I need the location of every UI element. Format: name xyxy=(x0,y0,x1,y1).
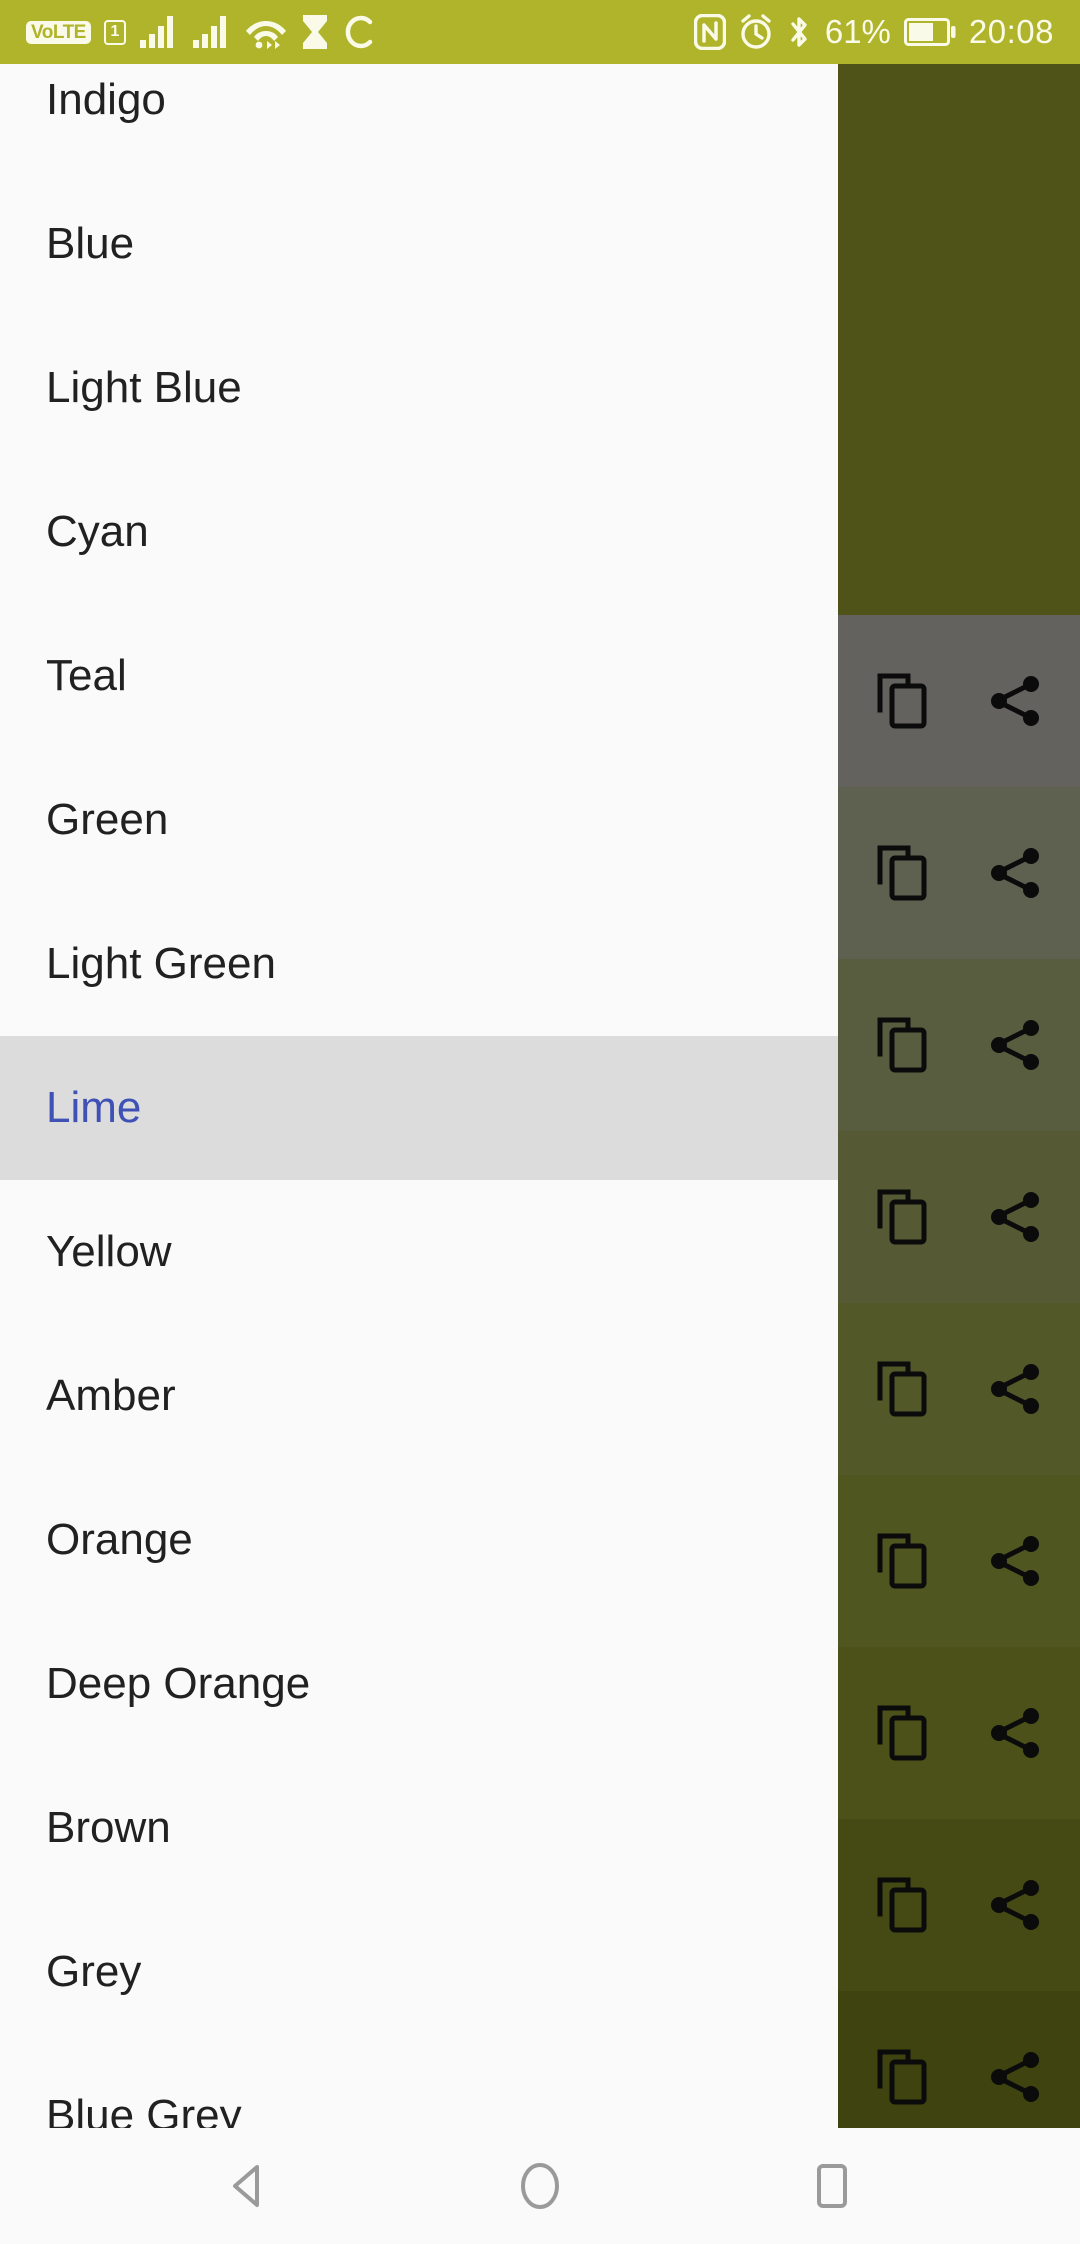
back-button[interactable] xyxy=(200,2138,296,2234)
shade-row[interactable] xyxy=(838,1647,1080,1819)
share-icon[interactable] xyxy=(985,1358,1047,1420)
share-icon[interactable] xyxy=(985,1530,1047,1592)
share-icon[interactable] xyxy=(985,1874,1047,1936)
shade-row[interactable] xyxy=(838,1991,1080,2128)
share-icon[interactable] xyxy=(985,2046,1047,2108)
copy-icon[interactable] xyxy=(872,670,934,732)
shade-row-actions xyxy=(838,842,1080,904)
shade-row-actions xyxy=(838,670,1080,732)
signal-bars-1-icon xyxy=(139,15,179,49)
status-bar-clock: 20:08 xyxy=(968,13,1054,50)
shade-row[interactable] xyxy=(838,1303,1080,1475)
list-item[interactable]: Green xyxy=(0,748,838,892)
list-item[interactable]: Yellow xyxy=(0,1180,838,1324)
share-icon[interactable] xyxy=(985,842,1047,904)
list-item-label: Blue Grey xyxy=(46,2091,242,2128)
hourglass-icon xyxy=(300,14,330,50)
shade-row[interactable] xyxy=(838,959,1080,1131)
sim1-icon: 1 xyxy=(103,19,126,45)
list-item-label: Yellow xyxy=(46,1227,172,1276)
list-item[interactable]: Blue xyxy=(0,172,838,316)
list-item-label: Lime xyxy=(46,1083,142,1132)
list-item[interactable]: Amber xyxy=(0,1324,838,1468)
copy-icon[interactable] xyxy=(872,1702,934,1764)
shade-row-actions xyxy=(838,1014,1080,1076)
shade-row[interactable] xyxy=(838,787,1080,959)
list-item[interactable]: Brown xyxy=(0,1756,838,1900)
color-list[interactable]: Indigo Blue Light Blue Cyan Teal Green Light G… xyxy=(0,64,838,2128)
wifi-icon xyxy=(245,15,287,49)
list-item[interactable]: Lime xyxy=(0,1036,838,1180)
copy-icon[interactable] xyxy=(872,842,934,904)
list-item-label: Indigo xyxy=(46,75,166,124)
shade-row-actions xyxy=(838,1186,1080,1248)
list-item-label: Amber xyxy=(46,1371,176,1420)
shade-row[interactable] xyxy=(838,1819,1080,1991)
copy-icon[interactable] xyxy=(872,1530,934,1592)
share-icon[interactable] xyxy=(985,670,1047,732)
bluetooth-icon xyxy=(786,14,812,50)
color-shade-panel xyxy=(838,64,1080,2128)
list-item-label: Green xyxy=(46,795,169,844)
share-icon[interactable] xyxy=(985,1186,1047,1248)
list-item-label: Light Green xyxy=(46,939,276,988)
battery-percent-label: 61% xyxy=(824,13,891,50)
share-icon[interactable] xyxy=(985,1014,1047,1076)
shade-row-actions xyxy=(838,1702,1080,1764)
list-item[interactable]: Indigo xyxy=(0,64,838,172)
list-item[interactable]: Cyan xyxy=(0,460,838,604)
home-button[interactable] xyxy=(492,2138,588,2234)
copy-icon[interactable] xyxy=(872,1186,934,1248)
status-bar-left-icons: VoLTE 1 xyxy=(26,14,377,50)
list-item-label: Teal xyxy=(46,651,127,700)
phone-screen: VoLTE 1 61% 20:08 Indigo Blue Light Blue… xyxy=(0,0,1080,2244)
list-item-label: Light Blue xyxy=(46,363,242,412)
list-item[interactable]: Deep Orange xyxy=(0,1612,838,1756)
shade-row[interactable] xyxy=(838,615,1080,787)
list-item-label: Deep Orange xyxy=(46,1659,311,1708)
system-navigation-bar xyxy=(0,2128,1080,2244)
shade-row-actions xyxy=(838,1874,1080,1936)
volte-icon: VoLTE xyxy=(26,20,91,44)
list-item-label: Blue xyxy=(46,219,135,268)
copy-icon[interactable] xyxy=(872,2046,934,2108)
list-item[interactable]: Teal xyxy=(0,604,838,748)
shade-row[interactable] xyxy=(838,1475,1080,1647)
list-item-label: Brown xyxy=(46,1803,171,1852)
shade-row-actions xyxy=(838,1530,1080,1592)
nfc-icon xyxy=(693,14,726,50)
list-item-label: Cyan xyxy=(46,507,149,556)
status-bar: VoLTE 1 61% 20:08 xyxy=(0,0,1080,64)
list-item[interactable]: Orange xyxy=(0,1468,838,1612)
status-bar-right-icons: 61% 20:08 xyxy=(693,13,1054,51)
shade-row-actions xyxy=(838,1358,1080,1420)
share-icon[interactable] xyxy=(985,1702,1047,1764)
sync-icon xyxy=(343,14,377,50)
alarm-icon xyxy=(739,14,773,50)
recents-button[interactable] xyxy=(784,2138,880,2234)
list-item-label: Orange xyxy=(46,1515,193,1564)
shade-row-actions xyxy=(838,2046,1080,2108)
content-area: Indigo Blue Light Blue Cyan Teal Green Light G… xyxy=(0,64,1080,2128)
battery-icon xyxy=(903,17,956,47)
list-item-label: Grey xyxy=(46,1947,142,1996)
copy-icon[interactable] xyxy=(872,1358,934,1420)
shade-row[interactable] xyxy=(838,1131,1080,1303)
panel-header-swatch xyxy=(838,64,1080,615)
copy-icon[interactable] xyxy=(872,1874,934,1936)
list-item[interactable]: Grey xyxy=(0,1900,838,2044)
list-item[interactable]: Light Green xyxy=(0,892,838,1036)
copy-icon[interactable] xyxy=(872,1014,934,1076)
list-item[interactable]: Blue Grey xyxy=(0,2044,838,2128)
signal-bars-2-icon xyxy=(192,15,232,49)
list-item[interactable]: Light Blue xyxy=(0,316,838,460)
